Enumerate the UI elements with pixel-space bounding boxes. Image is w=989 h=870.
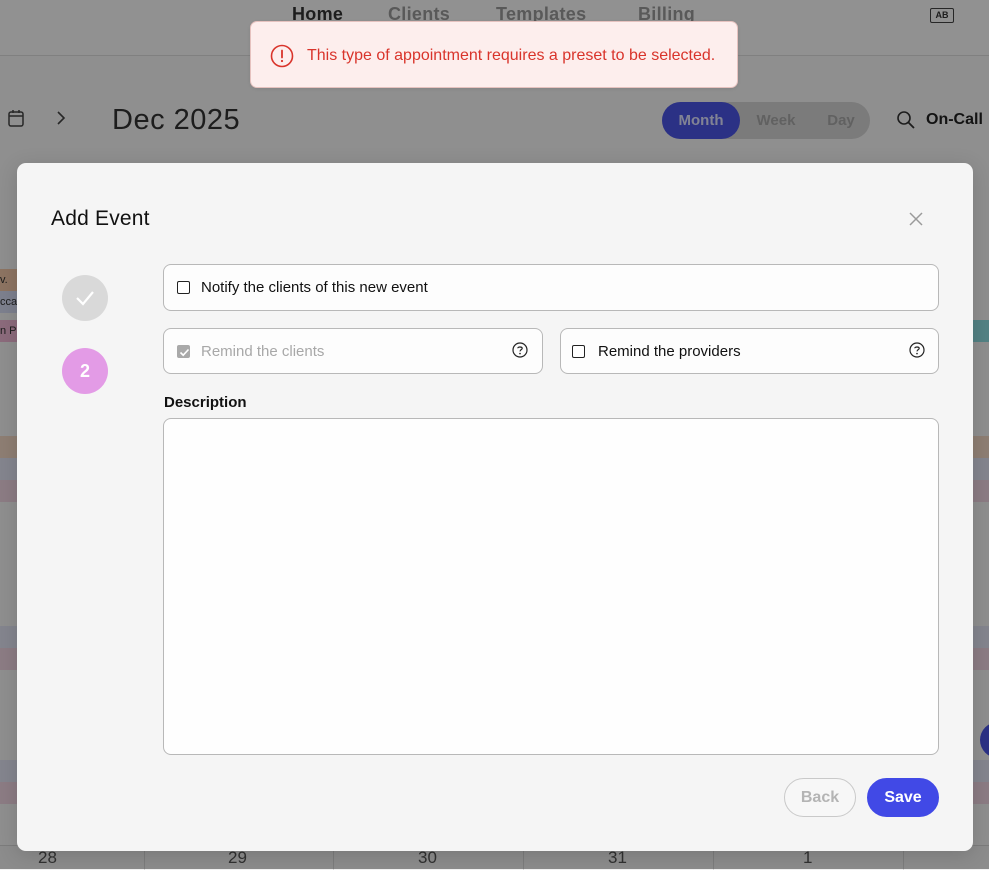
step-2-current[interactable]: 2: [62, 348, 108, 394]
check-icon: [179, 348, 190, 357]
help-icon[interactable]: [909, 342, 925, 358]
step-1-completed[interactable]: [62, 275, 108, 321]
modal-title: Add Event: [51, 207, 150, 230]
toast-message: This type of appointment requires a pres…: [307, 47, 716, 64]
notify-clients-checkbox[interactable]: [177, 281, 190, 294]
check-icon: [76, 291, 94, 306]
remind-providers-option[interactable]: Remind the providers: [560, 328, 939, 374]
notify-clients-option[interactable]: Notify the clients of this new event: [163, 264, 939, 311]
close-icon[interactable]: [906, 209, 926, 229]
remind-clients-label: Remind the clients: [201, 343, 325, 360]
add-event-modal: Add Event 2 Notify the clients of this n…: [17, 163, 973, 851]
remind-providers-checkbox[interactable]: [572, 345, 585, 358]
save-button[interactable]: Save: [867, 778, 939, 817]
remind-clients-option: Remind the clients: [163, 328, 543, 374]
remind-providers-label: Remind the providers: [598, 343, 741, 360]
remind-clients-checkbox: [177, 345, 190, 358]
alert-circle-icon: [270, 44, 294, 73]
help-icon[interactable]: [512, 342, 528, 358]
back-button[interactable]: Back: [784, 778, 856, 817]
error-toast: This type of appointment requires a pres…: [250, 21, 738, 88]
notify-clients-label: Notify the clients of this new event: [201, 279, 428, 296]
description-textarea[interactable]: [163, 418, 939, 755]
description-label: Description: [164, 394, 247, 411]
